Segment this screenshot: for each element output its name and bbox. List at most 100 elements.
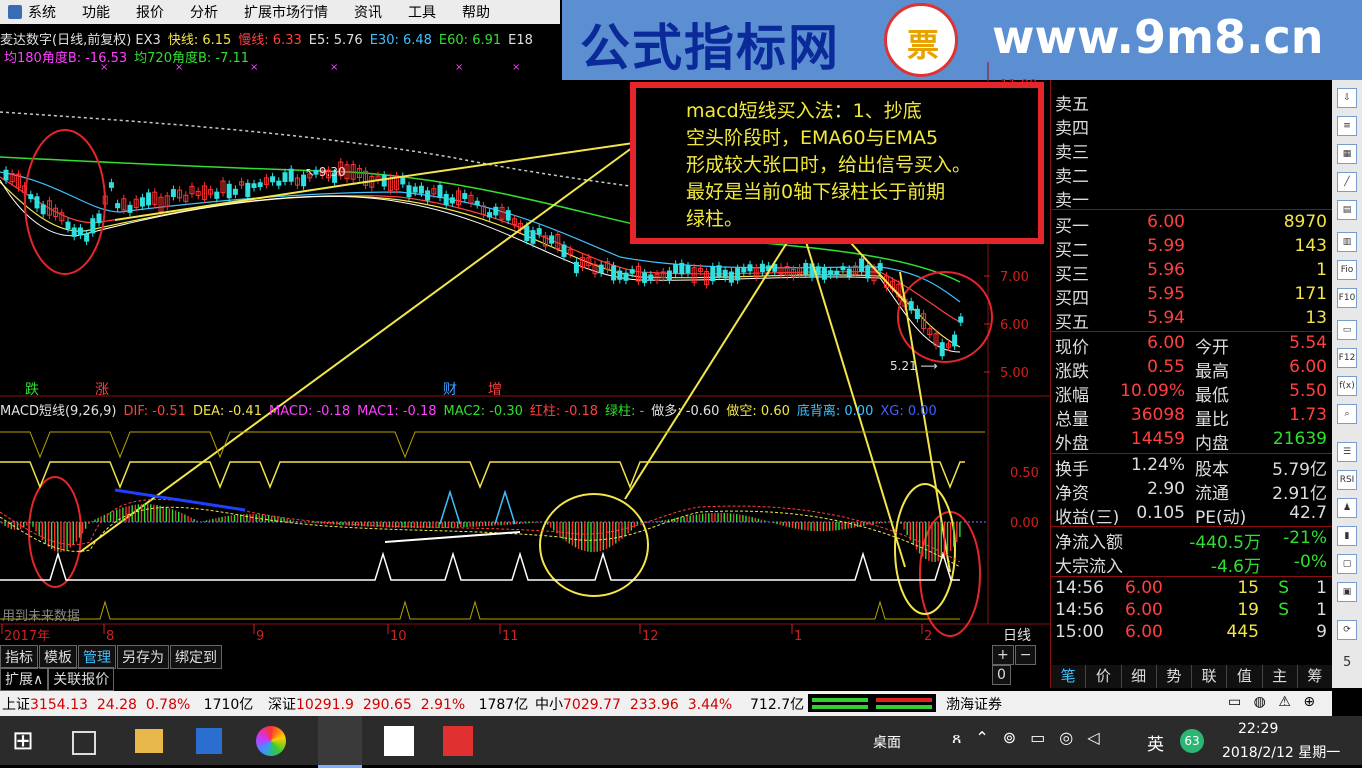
ime-indicator[interactable]: 英	[1147, 730, 1164, 755]
tab-template[interactable]: 模板	[39, 645, 77, 669]
tab-bind-to[interactable]: 绑定到	[170, 645, 222, 669]
zoom-reset-button[interactable]: 0	[992, 665, 1011, 685]
buy-price: 5.99	[1147, 236, 1185, 256]
banner-site-url: www.9m8.cn	[992, 10, 1324, 64]
arrow-down-icon[interactable]: ⇩	[1337, 88, 1357, 108]
menu-analysis[interactable]: 分析	[190, 2, 218, 22]
detail-tab[interactable]: 笔	[1051, 665, 1087, 688]
future-data-note: 用到未来数据	[2, 609, 81, 624]
fund-value-2: 2.91亿	[1272, 484, 1327, 504]
tray-icons[interactable]: ጸ⌃⊚▭◎◁	[952, 728, 1114, 748]
event-marker[interactable]: 涨	[95, 379, 109, 399]
sell4-label: 卖四	[1055, 119, 1089, 139]
detail-tab[interactable]: 联	[1192, 665, 1228, 688]
quote-row: 净流入额 -21% -440.5万	[1055, 528, 1331, 553]
quote-label: 涨幅	[1055, 386, 1089, 406]
detail-tab[interactable]: 值	[1227, 665, 1263, 688]
task-view-icon[interactable]	[72, 731, 96, 755]
fx-icon[interactable]: f(x)	[1337, 376, 1357, 396]
event-marker[interactable]: 增	[488, 379, 502, 399]
tab-related-quote[interactable]: 关联报价	[48, 667, 115, 691]
chart-icon[interactable]: ▥	[1337, 232, 1357, 252]
period-label[interactable]: 日线	[1003, 628, 1031, 644]
file-explorer-icon[interactable]	[135, 729, 163, 753]
box-icon[interactable]: ▣	[1337, 582, 1357, 602]
detail-tab[interactable]: 主	[1263, 665, 1298, 688]
sh-index[interactable]: 上证3154.13 24.28 0.78% 1710亿	[2, 694, 253, 714]
zoom-out-button[interactable]: −	[1014, 645, 1037, 665]
store-icon[interactable]	[196, 728, 222, 754]
quote-label-2: 内盘	[1195, 434, 1229, 454]
detail-tab[interactable]: 势	[1157, 665, 1192, 688]
zx-index[interactable]: 中小7029.77 233.96 3.44% 712.7亿	[535, 694, 804, 714]
menu-info[interactable]: 资讯	[354, 2, 382, 22]
fund-label-2: PE(动)	[1195, 508, 1247, 528]
rsi-icon[interactable]: RSI	[1337, 470, 1357, 490]
table-icon[interactable]: ▤	[1337, 200, 1357, 220]
photos-app-icon[interactable]	[256, 726, 286, 756]
index-status-bar: 上证3154.13 24.28 0.78% 1710亿 深证10291.9 29…	[0, 691, 1332, 716]
date-tick-label: 12	[642, 629, 659, 644]
macd-tick-label: 0.50	[1010, 466, 1039, 481]
clock-time[interactable]: 22:29	[1238, 721, 1278, 737]
quote-row: 换手 1.24% 股本 5.79亿	[1055, 455, 1331, 480]
macd-indicator-item: 底背离: 0.00	[796, 404, 874, 419]
refresh-icon[interactable]: ⟳	[1337, 620, 1357, 640]
tick-volume: 445	[1226, 622, 1259, 642]
windows-start-icon[interactable]: ⊞	[12, 724, 46, 758]
zoom-in-button[interactable]: +	[992, 645, 1014, 665]
fund-value: 1.24%	[1130, 455, 1185, 475]
fio-icon[interactable]: Fio	[1337, 260, 1357, 280]
search-icon[interactable]: ⌕	[1337, 404, 1357, 424]
lines-icon[interactable]: ☰	[1337, 442, 1357, 462]
quote-row: 外盘 14459 内盘 21639	[1055, 429, 1331, 454]
status-icons[interactable]: ▭ ◍ ⚠ ⊕	[1228, 694, 1319, 710]
fxdd-icon[interactable]	[384, 726, 414, 756]
menu-system[interactable]: 系统	[8, 2, 56, 22]
windows-taskbar: ⊞ 桌面 ጸ⌃⊚▭◎◁ 英 63 22:29 2018/2/12 星期一	[0, 716, 1362, 768]
sz-index[interactable]: 深证10291.9 290.65 2.91% 1787亿	[268, 694, 528, 714]
flow-value: -4.6万	[1210, 557, 1261, 577]
tab-manage[interactable]: 管理	[78, 645, 116, 669]
f10-icon[interactable]: F10	[1337, 288, 1357, 308]
candle-icon[interactable]: ▮	[1337, 526, 1357, 546]
tab-save-as[interactable]: 另存为	[117, 645, 169, 669]
clock-date[interactable]: 2018/2/12 星期一	[1222, 742, 1340, 762]
doc-icon[interactable]: ▭	[1337, 320, 1357, 340]
event-marker[interactable]: 财	[443, 379, 457, 399]
menu-help[interactable]: 帮助	[462, 2, 490, 22]
menu-tools[interactable]: 工具	[408, 2, 436, 22]
fund-value: 0.105	[1136, 503, 1185, 523]
quote-row: 涨跌 0.55 最高 6.00	[1055, 357, 1331, 382]
flow-pct: -21%	[1283, 528, 1327, 548]
tick-price: 6.00	[1125, 578, 1163, 598]
quote-label-2: 量比	[1195, 410, 1229, 430]
notification-badge[interactable]: 63	[1180, 729, 1204, 753]
annotation-line-4: 最好是当前0轴下绿柱长于前期	[686, 181, 946, 203]
f12-icon[interactable]: F12	[1337, 348, 1357, 368]
stock-app-icon[interactable]	[318, 716, 362, 768]
buy-label: 买二	[1055, 241, 1089, 261]
menu-ext-market[interactable]: 扩展市场行情	[244, 2, 328, 22]
tick-count: 1	[1316, 600, 1327, 620]
trend-icon[interactable]: ╱	[1337, 172, 1357, 192]
menu-function[interactable]: 功能	[82, 2, 110, 22]
red-app-icon[interactable]	[443, 726, 473, 756]
quote-label: 涨跌	[1055, 362, 1089, 382]
grid-icon[interactable]: ▦	[1337, 144, 1357, 164]
event-marker[interactable]: 跌	[25, 379, 39, 399]
macd-indicator-item: XG: 0.00	[880, 404, 937, 419]
detail-tab[interactable]: 价	[1086, 665, 1122, 688]
menu-quote[interactable]: 报价	[136, 2, 164, 22]
tab-extend[interactable]: 扩展∧	[0, 667, 49, 691]
svg-text:×: ×	[455, 62, 463, 73]
desktop-label[interactable]: 桌面	[873, 732, 901, 752]
window-icon[interactable]: ▢	[1337, 554, 1357, 574]
tab-indicator[interactable]: 指标	[0, 645, 38, 669]
quote-row: 总量 36098 量比 1.73	[1055, 405, 1331, 430]
detail-tab[interactable]: 筹	[1298, 665, 1333, 688]
detail-tab[interactable]: 细	[1122, 665, 1157, 688]
date-tick-label: 1	[794, 629, 802, 644]
people-icon[interactable]: ♟	[1337, 498, 1357, 518]
list-icon[interactable]: ≡	[1337, 116, 1357, 136]
